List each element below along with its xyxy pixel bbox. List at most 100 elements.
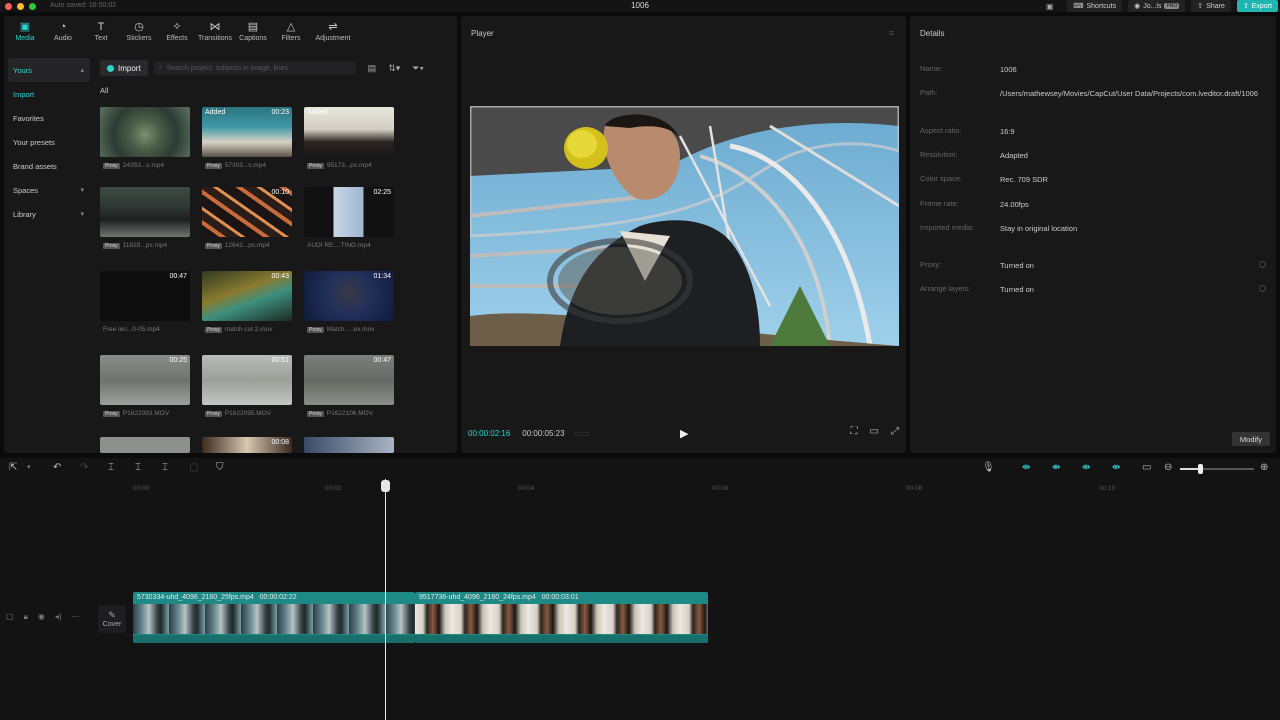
eye-icon[interactable]: ◉	[38, 612, 45, 622]
ratio-icon[interactable]: ▭	[870, 426, 879, 437]
marker-icon[interactable]: ⛉	[216, 463, 224, 473]
arrange-layers-info-icon[interactable]	[1259, 285, 1266, 292]
tab-filters[interactable]: △ Filters	[272, 16, 310, 48]
media-item[interactable]: 00:43 Proxy match cut 2.mov	[202, 271, 292, 337]
auto-snap-icon[interactable]: ⇼	[1052, 463, 1060, 473]
tab-label: Filters	[281, 35, 301, 42]
redo-icon[interactable]: ↷	[80, 463, 88, 473]
media-item[interactable]	[100, 437, 190, 453]
import-button[interactable]: Import	[100, 60, 148, 76]
magnet-icon[interactable]: ⇼	[1022, 463, 1030, 473]
sidebar-item-brand-assets[interactable]: Brand assets	[8, 154, 90, 178]
sort-icon[interactable]: ⇅▾	[388, 63, 400, 74]
media-thumbnail: 02:25	[304, 187, 394, 237]
player-controls: 00:00:02:16 00:00:05:23 ▭▭ ▶ ⛶ ▭ ⤢	[468, 426, 899, 440]
timeline-clip[interactable]: 9517736-uhd_4096_2160_24fps.mp4 00:00:03…	[415, 592, 708, 643]
export-icon: ⇧	[1242, 3, 1249, 10]
fit-screen-icon[interactable]: ⛶	[851, 426, 858, 437]
chevron-down-icon[interactable]: ▾	[27, 463, 31, 473]
split-icon[interactable]: ⌶	[108, 463, 114, 473]
tab-effects[interactable]: ✧ Effects	[158, 16, 196, 48]
caption-track-icon[interactable]: ▭	[1142, 463, 1151, 473]
media-duration: 00:23	[271, 109, 289, 116]
playhead-handle[interactable]	[381, 480, 390, 492]
media-item[interactable]: Added 00:23 Proxy 57303...s.mp4	[202, 107, 292, 173]
zoom-in-icon[interactable]: ⊕	[1260, 463, 1268, 473]
zoom-out-icon[interactable]: ⊖	[1164, 463, 1172, 473]
media-item[interactable]: 00:51 Proxy P1622095.MOV	[202, 355, 292, 421]
sidebar-item-spaces[interactable]: Spaces ▾	[8, 178, 90, 202]
link-icon[interactable]: ⇼	[1082, 463, 1090, 473]
search-icon: ⌕	[158, 64, 163, 71]
video-preview[interactable]	[470, 106, 899, 346]
transitions-icon: ⋈	[209, 21, 221, 33]
modify-button[interactable]: Modify	[1231, 432, 1270, 446]
menu-icon[interactable]: ≡	[889, 28, 894, 38]
delete-icon[interactable]: ▢	[189, 463, 198, 473]
audio-icon[interactable]: ◂)	[55, 612, 62, 622]
timeline-clip[interactable]: 5730334-uhd_4096_2160_25fps.mp4 00:00:02…	[133, 592, 415, 643]
track-toggle-icon[interactable]: ▢	[6, 612, 14, 622]
grid-view-icon[interactable]: ▤	[368, 63, 377, 74]
timecode-format-icon[interactable]: ▭▭	[575, 429, 590, 438]
shortcuts-button[interactable]: ⌨ Shortcuts	[1067, 0, 1123, 12]
cover-button[interactable]: ✎ Cover	[98, 605, 126, 633]
media-item[interactable]: Proxy 11828...ps.mp4	[100, 187, 190, 253]
media-item[interactable]	[304, 437, 394, 453]
sidebar-item-library[interactable]: Library ▾	[8, 202, 90, 226]
share-button[interactable]: ⇪ Share	[1191, 0, 1231, 12]
filter-icon[interactable]: ⏷▾	[412, 63, 424, 74]
sidebar-item-import[interactable]: Import	[8, 82, 90, 106]
media-item[interactable]: 00:47 Free len...0-05.mp4	[100, 271, 190, 337]
play-icon[interactable]: ▶	[680, 427, 688, 440]
tab-transitions[interactable]: ⋈ Transitions	[196, 16, 234, 48]
media-name: P1622106.MOV	[326, 410, 374, 417]
time-ruler[interactable]: 00:00 00:02 00:04 00:06 00:08 00:10	[0, 482, 1280, 498]
effects-icon: ✧	[172, 21, 182, 33]
layout-icon[interactable]: ▣	[1046, 2, 1054, 11]
sidebar-item-presets[interactable]: Your presets	[8, 130, 90, 154]
tab-media[interactable]: ▣ Media	[6, 16, 44, 48]
proxy-info-icon[interactable]	[1259, 261, 1266, 268]
detail-row-frame-rate: Frame rate: 24.00fps	[920, 199, 1260, 210]
media-item[interactable]: 01:34 Proxy Match ....ex.mov	[304, 271, 394, 337]
split-left-icon[interactable]: ⌶	[135, 463, 141, 473]
select-tool-icon[interactable]: ⇱	[9, 463, 17, 473]
undo-icon[interactable]: ↶	[53, 463, 61, 473]
zoom-slider[interactable]	[1180, 464, 1254, 474]
media-item[interactable]: 00:08	[202, 437, 292, 453]
more-icon[interactable]: ⋯	[72, 612, 80, 622]
sidebar-item-favorites[interactable]: Favorites	[8, 106, 90, 130]
proxy-tag: Proxy	[103, 162, 120, 169]
clip-audio-bar	[133, 635, 415, 643]
detail-label: Name:	[920, 64, 943, 73]
media-name: match cut 2.mov	[224, 326, 273, 333]
lock-icon[interactable]: 🔒︎	[24, 612, 28, 622]
split-right-icon[interactable]: ⌶	[162, 463, 168, 473]
media-duration: 00:47	[169, 273, 187, 280]
sticker-icon: ◷	[134, 21, 144, 33]
tab-text[interactable]: T Text	[82, 16, 120, 48]
media-filter-all[interactable]: All	[100, 86, 108, 95]
media-thumbnail	[100, 107, 190, 157]
tab-captions[interactable]: ▤ Captions	[234, 16, 272, 48]
media-item[interactable]: Added Proxy 95173...ps.mp4	[304, 107, 394, 173]
media-item[interactable]: 00:47 Proxy P1622106.MOV	[304, 355, 394, 421]
fullscreen-icon[interactable]: ⤢	[891, 426, 899, 437]
detail-value: Turned on	[1000, 285, 1034, 294]
tab-adjustment[interactable]: ⇌ Adjustment	[310, 16, 356, 48]
media-item[interactable]: Proxy 24353...s.mp4	[100, 107, 190, 173]
tab-audio[interactable]: ◔ Audio	[44, 16, 82, 48]
export-button[interactable]: ⇧ Export	[1236, 0, 1278, 12]
media-item[interactable]: 02:25 AUDI RE....TING.mp4	[304, 187, 394, 253]
media-item[interactable]: 00:25 Proxy P1622093.MOV	[100, 355, 190, 421]
media-search-input[interactable]: ⌕ Search project, subjects in image, line…	[153, 61, 356, 75]
sidebar-item-yours[interactable]: Yours ▴	[8, 58, 90, 82]
user-account-button[interactable]: ◉ Jo...ls PRO	[1128, 0, 1186, 12]
media-item[interactable]: 00:10 Proxy 12641...ps.mp4	[202, 187, 292, 253]
zoom-handle[interactable]	[1198, 464, 1203, 474]
proxy-tag: Proxy	[205, 242, 222, 249]
microphone-icon[interactable]: 🎙	[982, 463, 995, 473]
tab-stickers[interactable]: ◷ Stickers	[120, 16, 158, 48]
preview-axis-icon[interactable]: ⇼	[1112, 463, 1120, 473]
